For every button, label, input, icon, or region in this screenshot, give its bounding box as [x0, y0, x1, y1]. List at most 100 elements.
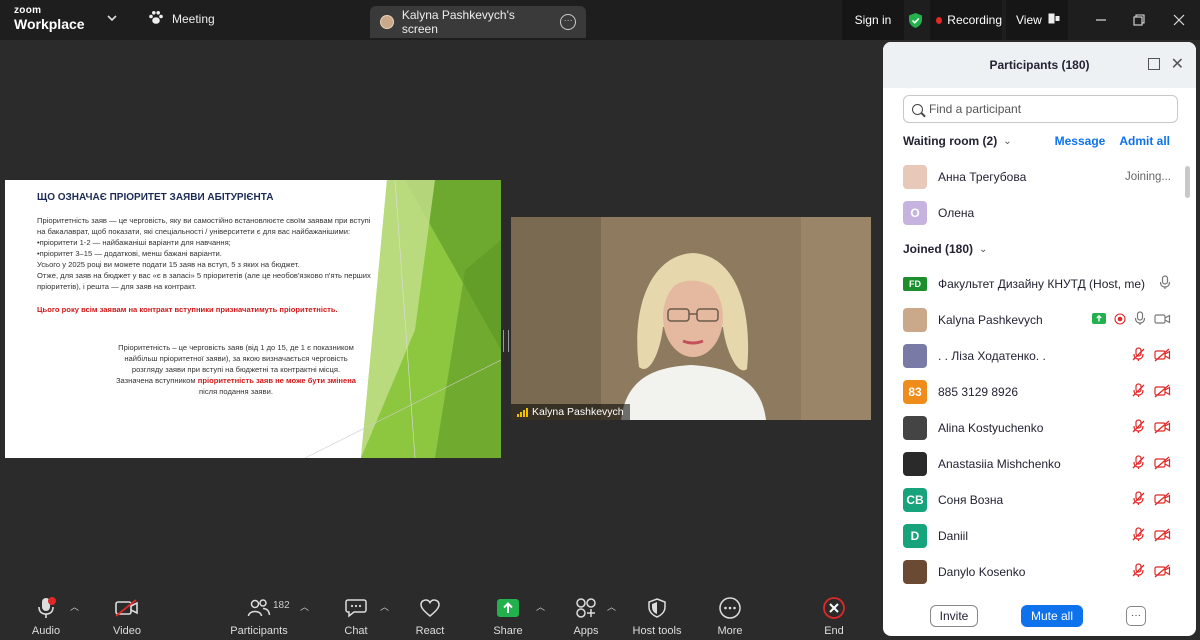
- more-icon: [699, 596, 761, 620]
- waiting-room-actions: Message Admit all: [1055, 134, 1170, 148]
- speaker-video-image: [511, 217, 871, 420]
- chat-label: Chat: [344, 625, 368, 637]
- recording-icon: [1114, 312, 1126, 328]
- microphone-icon[interactable]: [1159, 275, 1171, 293]
- chat-icon: [325, 596, 387, 620]
- pop-out-icon[interactable]: [1148, 58, 1160, 70]
- audio-options-caret[interactable]: ︿: [70, 600, 79, 613]
- waiting-room-header[interactable]: Waiting room (2) ⌄: [903, 134, 1012, 148]
- video-camera-icon[interactable]: [1154, 312, 1171, 329]
- participant-row[interactable]: СВ Соня Возна: [903, 482, 1171, 518]
- participant-row[interactable]: D Daniil: [903, 518, 1171, 554]
- chevron-down-icon[interactable]: [106, 12, 118, 26]
- participants-label: Participants: [230, 625, 288, 637]
- participant-name: Anastasiia Mishchenko: [938, 457, 1061, 471]
- react-label: React: [415, 625, 445, 637]
- avatar: 83: [903, 380, 927, 404]
- invite-button[interactable]: Invite: [930, 605, 978, 627]
- chat-button[interactable]: Chat: [325, 596, 387, 637]
- video-off-icon[interactable]: [1154, 420, 1171, 437]
- video-off-icon[interactable]: [1154, 348, 1171, 365]
- more-button[interactable]: More: [699, 596, 761, 637]
- participant-row[interactable]: Danylo Kosenko: [903, 554, 1171, 590]
- participant-row[interactable]: Alina Kostyuchenko: [903, 410, 1171, 446]
- view-label: View: [1016, 13, 1042, 27]
- recording-indicator[interactable]: Recording: [930, 0, 1002, 40]
- audio-button[interactable]: Audio: [15, 596, 77, 637]
- react-button[interactable]: React: [399, 596, 461, 637]
- video-off-icon[interactable]: [1154, 492, 1171, 509]
- zoom-workplace-logo[interactable]: zoom Workplace: [14, 5, 85, 32]
- video-off-icon[interactable]: [1154, 528, 1171, 545]
- mic-muted-icon[interactable]: [1131, 455, 1146, 473]
- participant-row[interactable]: . . Ліза Ходатенко. .: [903, 338, 1171, 374]
- participant-status-icons: [1131, 527, 1171, 545]
- participants-scrollbar[interactable]: [1185, 166, 1190, 198]
- participants-count: 182: [273, 600, 290, 611]
- participant-row[interactable]: Anastasiia Mishchenko: [903, 446, 1171, 482]
- close-icon[interactable]: ✕: [1171, 54, 1184, 74]
- waiting-participant-row[interactable]: Анна Трегубова Joining...: [903, 159, 1171, 195]
- mic-muted-icon[interactable]: [1131, 527, 1146, 545]
- participant-name: Факультет Дизайну КНУТД (Host, me): [938, 277, 1146, 291]
- close-window-icon[interactable]: [1160, 0, 1198, 40]
- restore-window-icon[interactable]: [1120, 0, 1158, 40]
- avatar: [903, 452, 927, 476]
- more-options-icon[interactable]: ···: [560, 14, 576, 30]
- participant-name: Анна Трегубова: [938, 170, 1027, 184]
- apps-options-caret[interactable]: ︿: [607, 600, 616, 613]
- participant-status-icons: [1131, 419, 1171, 437]
- meeting-tab[interactable]: Meeting: [148, 10, 215, 28]
- more-label: More: [717, 625, 743, 637]
- split-view-handle[interactable]: [503, 330, 509, 352]
- waiting-participant-row[interactable]: О Олена: [903, 195, 1171, 231]
- joined-label: Joined (180): [903, 242, 974, 256]
- mic-muted-icon[interactable]: [1131, 347, 1146, 365]
- avatar: СВ: [903, 488, 927, 512]
- view-button[interactable]: View: [1006, 0, 1068, 40]
- message-button[interactable]: Message: [1055, 134, 1106, 148]
- mic-muted-icon[interactable]: [1131, 419, 1146, 437]
- participant-search-input[interactable]: Find a participant: [903, 95, 1178, 123]
- video-off-icon[interactable]: [1154, 456, 1171, 473]
- minimize-window-icon[interactable]: [1082, 0, 1120, 40]
- share-button[interactable]: Share: [477, 596, 539, 637]
- video-button[interactable]: Video: [96, 596, 158, 637]
- logo-zoom-text: zoom: [14, 5, 42, 16]
- video-off-icon[interactable]: [1154, 564, 1171, 581]
- participants-options-caret[interactable]: ︿: [300, 600, 309, 613]
- participant-row[interactable]: Kalyna Pashkevych: [903, 302, 1171, 338]
- share-options-caret[interactable]: ︿: [536, 600, 545, 613]
- presenter-avatar-icon: [380, 15, 394, 29]
- mic-muted-icon[interactable]: [1131, 383, 1146, 401]
- participant-row[interactable]: 83 885 3129 8926: [903, 374, 1171, 410]
- mute-all-button[interactable]: Mute all: [1021, 605, 1083, 627]
- logo-workplace-text: Workplace: [14, 16, 85, 32]
- sign-in-label: Sign in: [854, 13, 892, 27]
- video-off-icon[interactable]: [1154, 384, 1171, 401]
- participant-status-icons: [1131, 563, 1171, 581]
- mic-muted-icon[interactable]: [1131, 491, 1146, 509]
- chat-options-caret[interactable]: ︿: [380, 600, 389, 613]
- slide-red-statement: Цього року всім заявам на контракт вступ…: [37, 305, 338, 314]
- sign-in-button[interactable]: Sign in: [842, 0, 904, 40]
- admit-all-button[interactable]: Admit all: [1119, 134, 1170, 148]
- more-options-button[interactable]: ···: [1126, 606, 1146, 626]
- speaker-video[interactable]: Kalyna Pashkevych: [511, 217, 871, 420]
- recording-dot-icon: [936, 16, 943, 24]
- avatar: [903, 416, 927, 440]
- end-button[interactable]: End: [803, 596, 865, 637]
- host-tools-button[interactable]: Host tools: [626, 596, 688, 637]
- microphone-icon: [15, 596, 77, 620]
- search-placeholder: Find a participant: [929, 102, 1022, 116]
- screen-tab-label: Kalyna Pashkevych's screen: [401, 8, 515, 36]
- mic-muted-icon[interactable]: [1131, 563, 1146, 581]
- sharing-screen-icon: [1092, 313, 1106, 327]
- participant-row[interactable]: FD Факультет Дизайну КНУТД (Host, me): [903, 266, 1171, 302]
- avatar: FD: [903, 277, 927, 291]
- encryption-shield-icon[interactable]: [906, 0, 924, 40]
- avatar: [903, 560, 927, 584]
- microphone-icon[interactable]: [1134, 311, 1146, 329]
- joined-header[interactable]: Joined (180) ⌄: [903, 242, 987, 256]
- screen-share-tab[interactable]: Kalyna Pashkevych's screen ···: [370, 6, 586, 38]
